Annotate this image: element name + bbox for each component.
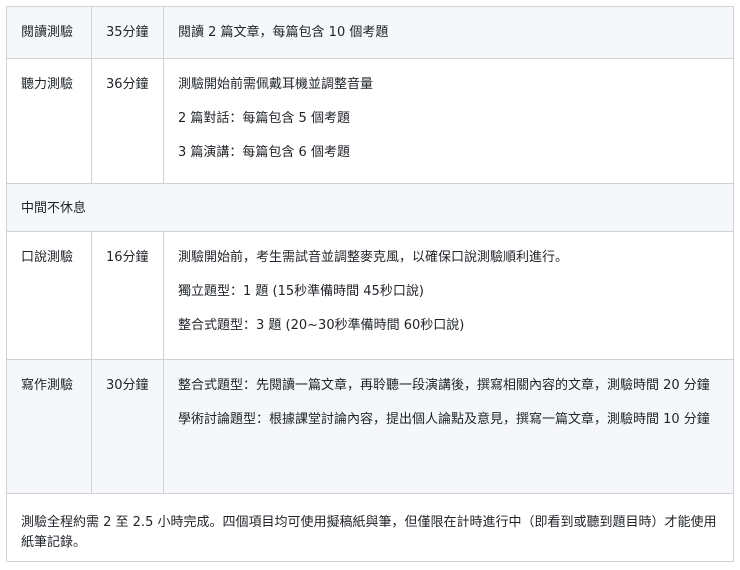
detail-line: 整合式題型：3 題 (20~30秒準備時間 60秒口說): [178, 318, 465, 333]
detail-line: 閱讀 2 篇文章，每篇包含 10 個考題: [178, 25, 389, 40]
footer-note: 測驗全程約需 2 至 2.5 小時完成。四個項目均可使用擬稿紙與筆，但僅限在計時…: [21, 515, 717, 550]
table-row-reading: 閱讀測驗 35分鐘 閱讀 2 篇文章，每篇包含 10 個考題: [7, 7, 733, 59]
table-row-break: 中間不休息: [7, 184, 733, 232]
section-time: 30分鐘: [92, 360, 164, 493]
table-row-footer: 測驗全程約需 2 至 2.5 小時完成。四個項目均可使用擬稿紙與筆，但僅限在計時…: [7, 494, 733, 562]
section-time: 16分鐘: [92, 232, 164, 359]
section-name: 寫作測驗: [7, 360, 92, 493]
section-name: 口說測驗: [7, 232, 92, 359]
detail-line: 學術討論題型：根據課堂討論內容，提出個人論點及意見，撰寫一篇文章，測驗時間 10…: [178, 412, 710, 427]
section-time: 35分鐘: [92, 7, 164, 58]
detail-line: 獨立題型：1 題 (15秒準備時間 45秒口說): [178, 284, 424, 299]
table-row-speaking: 口說測驗 16分鐘 測驗開始前，考生需試音並調整麥克風，以確保口說測驗順利進行。…: [7, 232, 733, 360]
detail-line: 整合式題型：先閱讀一篇文章，再聆聽一段演講後，撰寫相關內容的文章，測驗時間 20…: [178, 378, 710, 393]
section-details: 測驗開始前需佩戴耳機並調整音量 2 篇對話：每篇包含 5 個考題 3 篇演講：每…: [164, 59, 733, 183]
exam-schedule-table: 閱讀測驗 35分鐘 閱讀 2 篇文章，每篇包含 10 個考題 聽力測驗 36分鐘…: [6, 6, 734, 562]
table-row-writing: 寫作測驗 30分鐘 整合式題型：先閱讀一篇文章，再聆聽一段演講後，撰寫相關內容的…: [7, 360, 733, 494]
section-name: 閱讀測驗: [7, 7, 92, 58]
detail-line: 測驗開始前需佩戴耳機並調整音量: [178, 77, 374, 92]
detail-line: 測驗開始前，考生需試音並調整麥克風，以確保口說測驗順利進行。: [178, 250, 569, 265]
break-note: 中間不休息: [21, 201, 87, 216]
section-name: 聽力測驗: [7, 59, 92, 183]
detail-line: 3 篇演講：每篇包含 6 個考題: [178, 145, 350, 160]
section-details: 閱讀 2 篇文章，每篇包含 10 個考題: [164, 7, 733, 58]
table-row-listening: 聽力測驗 36分鐘 測驗開始前需佩戴耳機並調整音量 2 篇對話：每篇包含 5 個…: [7, 59, 733, 184]
section-details: 整合式題型：先閱讀一篇文章，再聆聽一段演講後，撰寫相關內容的文章，測驗時間 20…: [164, 360, 733, 493]
detail-line: 2 篇對話：每篇包含 5 個考題: [178, 111, 350, 126]
section-details: 測驗開始前，考生需試音並調整麥克風，以確保口說測驗順利進行。 獨立題型：1 題 …: [164, 232, 733, 359]
section-time: 36分鐘: [92, 59, 164, 183]
